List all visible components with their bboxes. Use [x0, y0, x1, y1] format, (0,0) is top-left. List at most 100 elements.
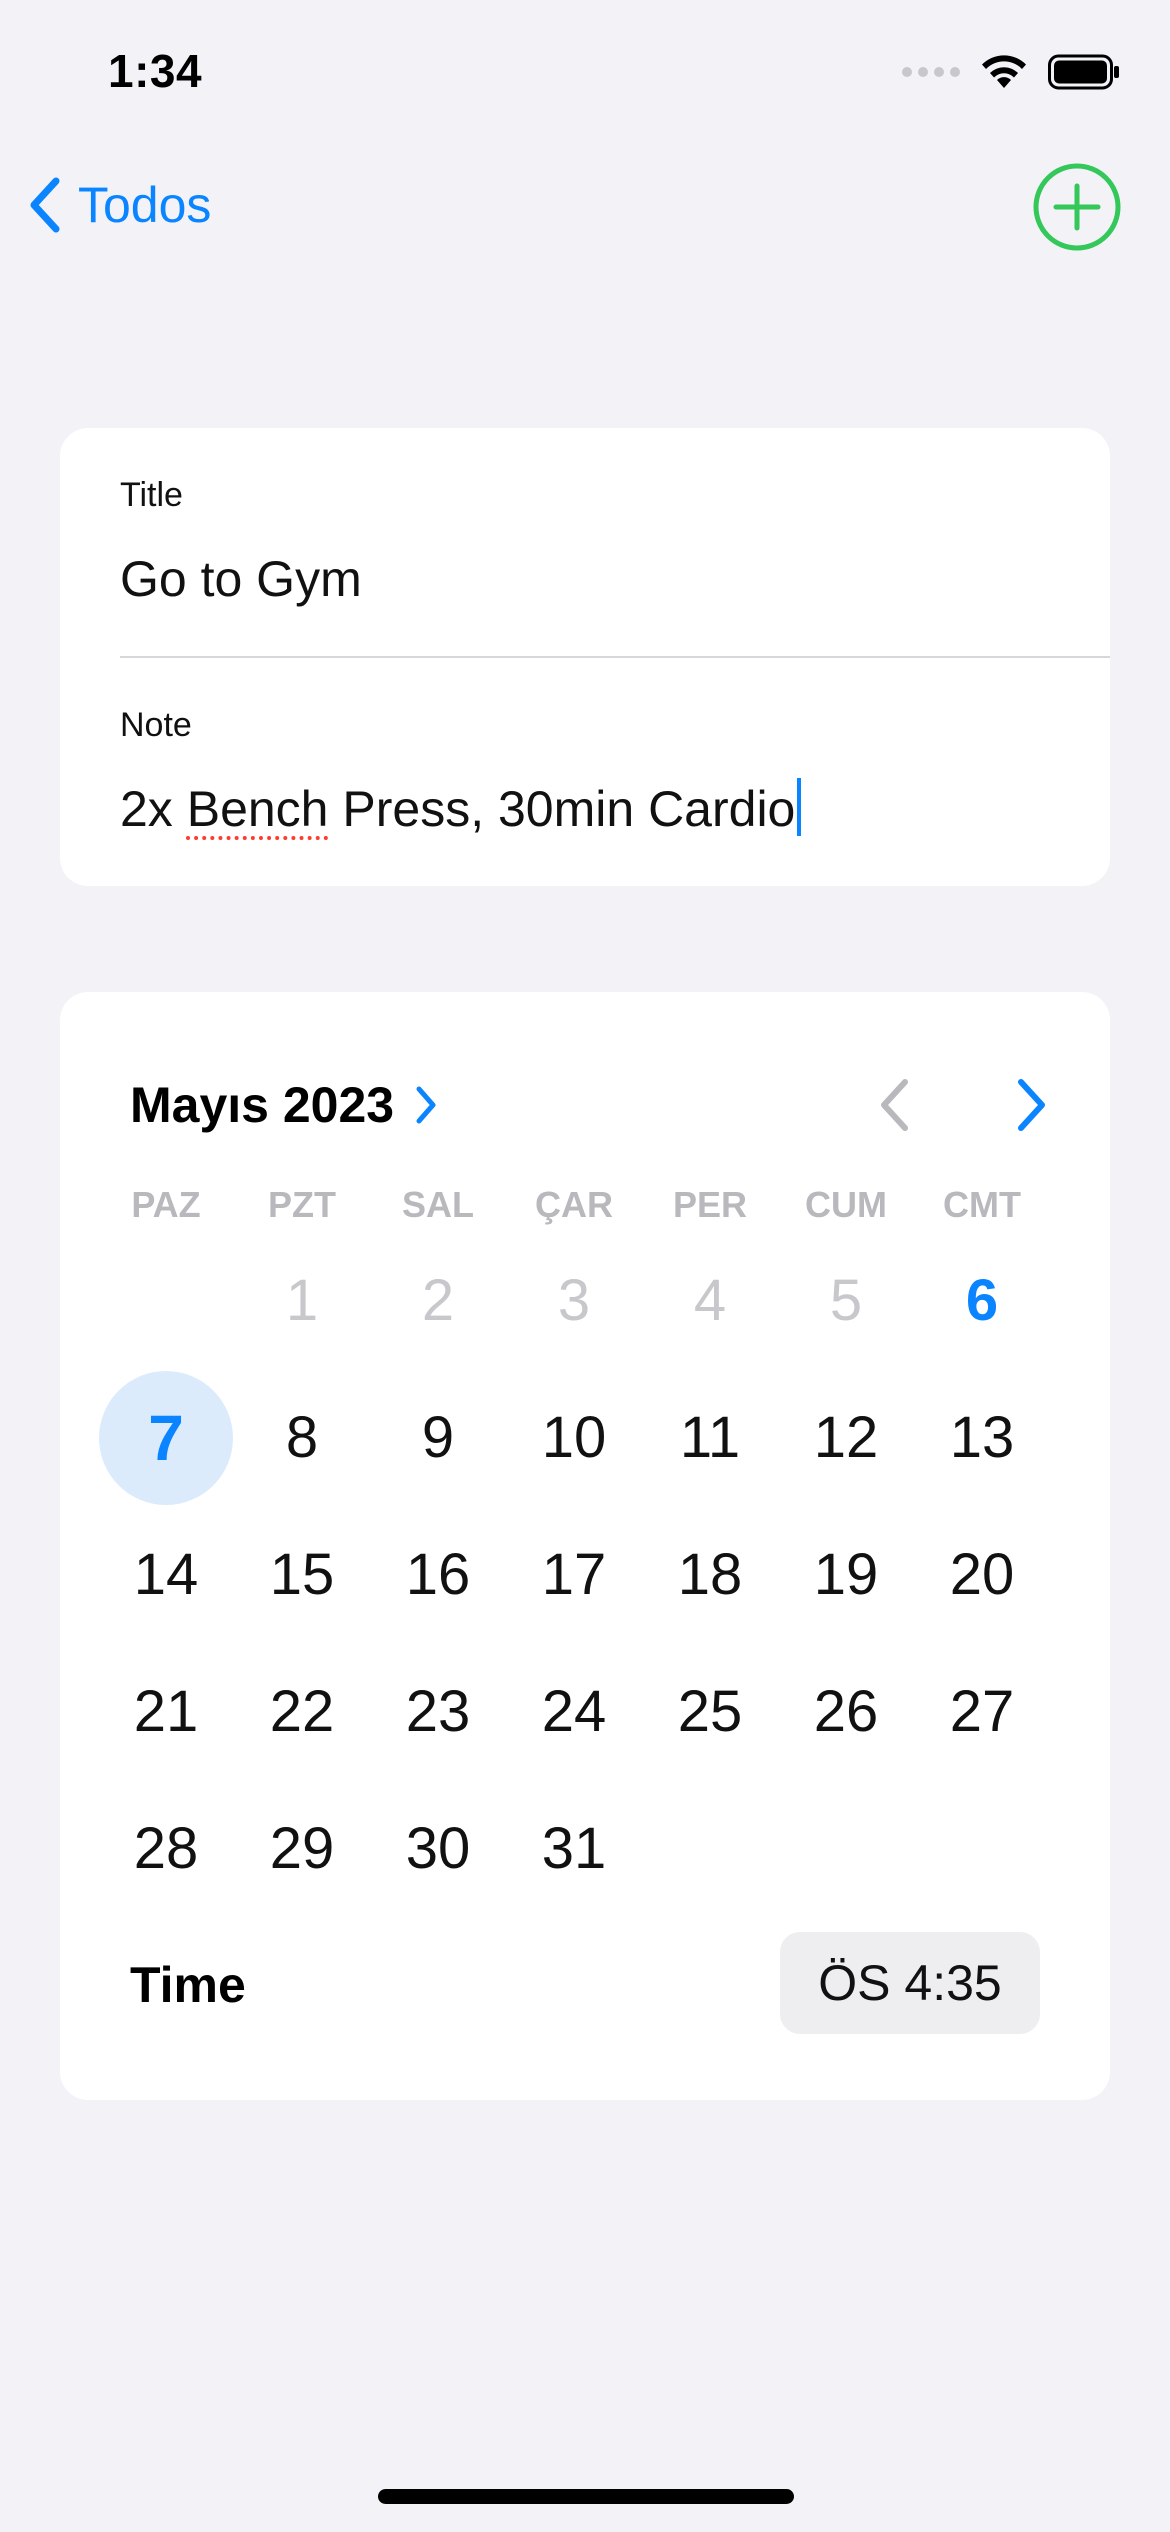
day-number: 17: [541, 1542, 607, 1607]
time-label: Time: [130, 1957, 246, 2013]
day-number: 8: [285, 1405, 319, 1470]
day-cell[interactable]: 14: [98, 1506, 234, 1643]
day-number: 27: [949, 1679, 1015, 1744]
day-number: 12: [813, 1405, 879, 1470]
home-indicator: [378, 2489, 794, 2504]
month-label: Mayıs 2023: [130, 1077, 395, 1133]
day-cell[interactable]: 24: [506, 1643, 642, 1780]
month-year-button[interactable]: Mayıs 2023: [130, 1076, 438, 1134]
day-cell[interactable]: 16: [370, 1506, 506, 1643]
title-label: Title: [120, 476, 183, 514]
screen: 1:34 Todos Title Go to Gym Note 2x Bench…: [0, 0, 1170, 2532]
day-cell[interactable]: 10: [506, 1369, 642, 1506]
weekday-label: CMT: [943, 1184, 1021, 1225]
day-number: 31: [541, 1816, 607, 1881]
day-cell[interactable]: 23: [370, 1643, 506, 1780]
note-input[interactable]: 2x Bench Press, 30min Cardio: [120, 778, 802, 838]
day-cell[interactable]: 6: [914, 1232, 1050, 1369]
day-cell-empty: [98, 1232, 234, 1369]
day-number: 18: [677, 1542, 743, 1607]
weekday-header: PAZ PZT SAL ÇAR PER CUM CMT: [98, 1184, 1050, 1226]
title-input[interactable]: Go to Gym: [120, 550, 362, 608]
day-number: 24: [541, 1679, 607, 1744]
next-month-button[interactable]: [996, 1070, 1066, 1140]
todo-form-card: Title Go to Gym Note 2x Bench Press, 30m…: [60, 428, 1110, 886]
status-icons: [902, 52, 1120, 92]
day-cell[interactable]: 11: [642, 1369, 778, 1506]
day-number: 2: [421, 1268, 455, 1333]
text-caret: [797, 778, 802, 836]
day-cell: 5: [778, 1232, 914, 1369]
day-cell[interactable]: 27: [914, 1643, 1050, 1780]
day-cell: 4: [642, 1232, 778, 1369]
day-cell[interactable]: 12: [778, 1369, 914, 1506]
day-number: 15: [269, 1542, 335, 1607]
day-cell[interactable]: 30: [370, 1780, 506, 1917]
day-number: 16: [405, 1542, 471, 1607]
chevron-right-icon: [1018, 1079, 1045, 1131]
day-number: 13: [949, 1405, 1015, 1470]
add-button[interactable]: [1032, 162, 1122, 252]
day-cell[interactable]: 31: [506, 1780, 642, 1917]
day-number: 29: [269, 1816, 335, 1881]
misspelled-word: Bench: [186, 781, 329, 837]
weekday-label: ÇAR: [535, 1184, 613, 1225]
day-cell[interactable]: 15: [234, 1506, 370, 1643]
day-number: 1: [285, 1268, 319, 1333]
day-cell[interactable]: 18: [642, 1506, 778, 1643]
weekday-label: PER: [672, 1184, 748, 1225]
day-cell[interactable]: 29: [234, 1780, 370, 1917]
day-number: 11: [679, 1405, 741, 1470]
wifi-icon: [978, 52, 1030, 92]
back-button[interactable]: Todos: [26, 176, 211, 234]
note-text-part: Press, 30min Cardio: [342, 781, 796, 837]
day-number: 7: [148, 1401, 184, 1474]
day-cell: 1: [234, 1232, 370, 1369]
time-picker-button[interactable]: ÖS 4:35: [780, 1932, 1040, 2034]
previous-month-button[interactable]: [860, 1070, 930, 1140]
back-button-label: Todos: [78, 177, 212, 233]
day-cell[interactable]: 9: [370, 1369, 506, 1506]
signal-icon: [902, 67, 960, 77]
day-cell-selected[interactable]: 7: [98, 1369, 234, 1506]
day-number: 28: [133, 1816, 199, 1881]
day-number: 3: [557, 1268, 591, 1333]
day-cell[interactable]: 26: [778, 1643, 914, 1780]
day-number: 30: [405, 1816, 471, 1881]
chevron-right-icon: [416, 1086, 436, 1124]
day-number: 9: [421, 1405, 455, 1470]
plus-circle-icon: [1033, 163, 1121, 251]
status-time: 1:34: [108, 45, 203, 97]
day-cell[interactable]: 25: [642, 1643, 778, 1780]
day-cell[interactable]: 20: [914, 1506, 1050, 1643]
day-number: 10: [541, 1405, 607, 1470]
day-cell[interactable]: 8: [234, 1369, 370, 1506]
day-cell[interactable]: 19: [778, 1506, 914, 1643]
note-text-part: 2x: [120, 781, 173, 837]
day-number: 4: [693, 1268, 727, 1333]
day-cell[interactable]: 17: [506, 1506, 642, 1643]
battery-icon: [1048, 54, 1120, 90]
chevron-left-icon: [30, 177, 60, 233]
day-number: 14: [133, 1542, 199, 1607]
day-cell[interactable]: 13: [914, 1369, 1050, 1506]
weekday-label: PZT: [268, 1184, 336, 1225]
day-cell[interactable]: 28: [98, 1780, 234, 1917]
weekday-label: CUM: [805, 1184, 887, 1225]
day-grid: 1 2 3 4 5 6 7 8 9 10 11 12 13 14 15 16 17 18 19 20 21 22 23 24 2…: [98, 1232, 1050, 1917]
weekday-label: SAL: [402, 1184, 474, 1225]
note-label: Note: [120, 706, 192, 744]
date-picker-card: Mayıs 2023 PAZ PZT SAL ÇAR PER CUM CMT 1…: [60, 992, 1110, 2100]
day-cell[interactable]: 22: [234, 1643, 370, 1780]
day-number: 19: [813, 1542, 879, 1607]
day-number: 25: [677, 1679, 743, 1744]
day-number: 22: [269, 1679, 335, 1744]
day-number: 21: [133, 1679, 199, 1744]
divider: [120, 656, 1110, 658]
day-number: 23: [405, 1679, 471, 1744]
day-cell: 3: [506, 1232, 642, 1369]
day-cell[interactable]: 21: [98, 1643, 234, 1780]
day-number: 26: [813, 1679, 879, 1744]
chevron-left-icon: [881, 1079, 908, 1131]
weekday-label: PAZ: [131, 1184, 201, 1225]
